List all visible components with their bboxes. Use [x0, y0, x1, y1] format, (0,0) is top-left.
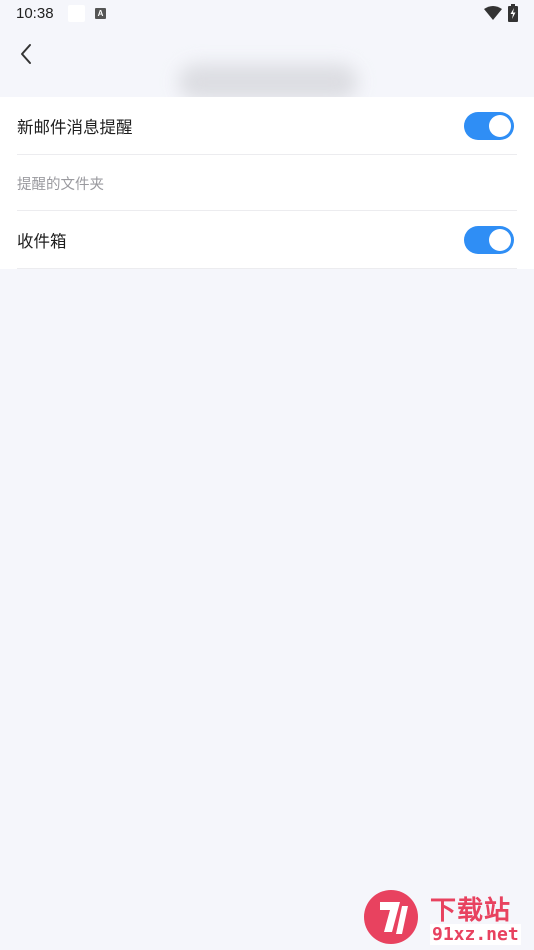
- toggle-knob: [489, 115, 511, 137]
- folder-section-label: 提醒的文件夹: [17, 176, 104, 193]
- watermark-site-name: 下载站: [430, 896, 512, 926]
- status-time: 10:38: [16, 5, 54, 22]
- back-button[interactable]: [12, 40, 40, 68]
- folder-section-header: 提醒的文件夹: [0, 155, 534, 211]
- watermark-logo-icon: [364, 890, 418, 944]
- watermark: 下载站 91xz.net: [360, 886, 534, 950]
- wifi-icon: [484, 6, 502, 20]
- new-mail-alert-toggle[interactable]: [464, 112, 514, 140]
- inbox-row: 收件箱: [0, 211, 534, 269]
- watermark-url: 91xz.net: [430, 924, 521, 945]
- inbox-toggle[interactable]: [464, 226, 514, 254]
- page-title: [178, 64, 358, 100]
- battery-charging-icon: [508, 4, 518, 22]
- new-mail-alert-row: 新邮件消息提醒: [0, 97, 534, 155]
- notification-icon: [68, 5, 85, 22]
- chevron-left-icon: [21, 44, 31, 64]
- inbox-label: 收件箱: [17, 232, 67, 251]
- settings-card: 新邮件消息提醒 提醒的文件夹 收件箱: [0, 97, 534, 269]
- top-app-bar: [0, 28, 534, 100]
- toggle-knob: [489, 229, 511, 251]
- new-mail-alert-label: 新邮件消息提醒: [17, 118, 133, 137]
- notification-badge-icon: A: [95, 8, 106, 19]
- status-bar: 10:38 A: [0, 0, 534, 28]
- divider: [17, 268, 517, 269]
